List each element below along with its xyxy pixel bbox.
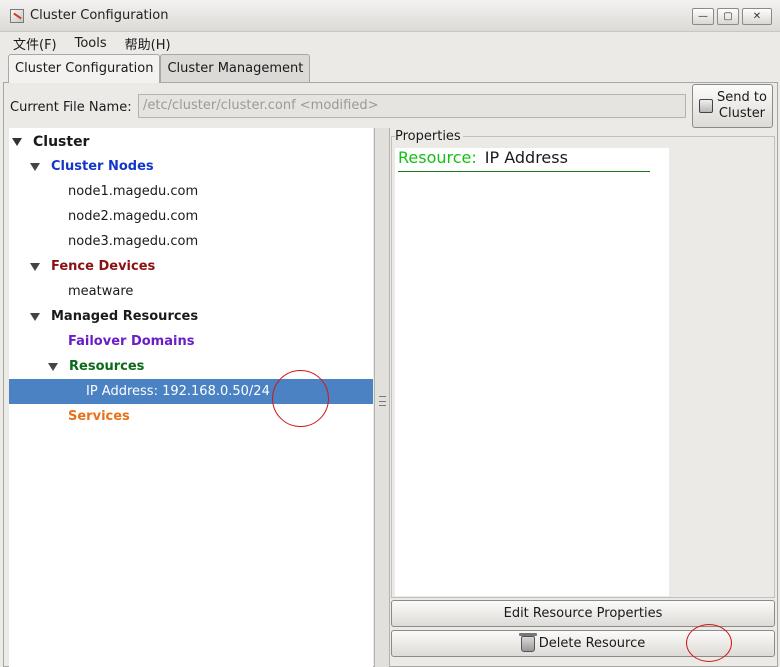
send-to-cluster-button[interactable]: Send to Cluster: [692, 84, 773, 128]
menu-file[interactable]: 文件(F): [8, 34, 62, 53]
tree-item-managed-resources[interactable]: Managed Resources: [9, 304, 373, 329]
tree-item-label: node2.magedu.com: [68, 209, 199, 224]
tree-item-fence-device[interactable]: meatware: [9, 279, 373, 304]
tree-item-label: Resources: [69, 359, 145, 374]
pane-splitter[interactable]: [374, 128, 390, 667]
properties-label: Properties: [395, 129, 463, 144]
tree-item-cluster[interactable]: Cluster: [9, 129, 373, 154]
tab-bar: Cluster Configuration Cluster Management: [8, 54, 311, 83]
delete-resource-button[interactable]: Delete Resource: [391, 630, 775, 657]
tree-item-label: meatware: [68, 284, 134, 299]
expander-icon[interactable]: [30, 262, 40, 271]
menu-help[interactable]: 帮助(H): [120, 34, 176, 53]
expander-icon[interactable]: [12, 137, 22, 146]
maximize-button[interactable]: ▢: [717, 8, 739, 25]
properties-divider: [398, 171, 650, 172]
minimize-button[interactable]: —: [692, 8, 714, 25]
tree-item-label: Cluster: [33, 133, 90, 150]
tree-item-node[interactable]: node1.magedu.com: [9, 179, 373, 204]
send-to-cluster-label: Send to Cluster: [717, 90, 767, 121]
menu-tools[interactable]: Tools: [70, 36, 112, 51]
window-title: Cluster Configuration: [30, 8, 169, 23]
title-bar: Cluster Configuration — ▢ ✕: [0, 0, 780, 32]
tree-item-failover-domains[interactable]: Failover Domains: [9, 329, 373, 354]
tree-item-node[interactable]: node3.magedu.com: [9, 229, 373, 254]
tree-item-resources[interactable]: Resources: [9, 354, 373, 379]
properties-canvas: [395, 148, 669, 596]
edit-resource-properties-button[interactable]: Edit Resource Properties: [391, 600, 775, 627]
tree-item-fence-devices[interactable]: Fence Devices: [9, 254, 373, 279]
tree-item-label: Failover Domains: [68, 334, 195, 349]
tree-item-label: Cluster Nodes: [51, 159, 154, 174]
window-controls: — ▢ ✕: [692, 8, 772, 25]
tree-item-ip-address[interactable]: IP Address: 192.168.0.50/24: [9, 379, 373, 404]
close-button[interactable]: ✕: [742, 8, 772, 25]
edit-resource-label: Edit Resource Properties: [503, 606, 663, 621]
tree-item-label: Fence Devices: [51, 259, 156, 274]
trash-icon: [518, 632, 537, 652]
tree-item-label: IP Address: 192.168.0.50/24: [86, 384, 270, 399]
tree-item-node[interactable]: node2.magedu.com: [9, 204, 373, 229]
tree-item-label: Managed Resources: [51, 309, 199, 324]
send-icon: [699, 99, 713, 113]
file-name-field[interactable]: /etc/cluster/cluster.conf <modified>: [138, 94, 686, 118]
tree-item-label: node3.magedu.com: [68, 234, 199, 249]
app-icon: [10, 8, 24, 23]
properties-heading: Resource: IP Address: [398, 148, 568, 167]
menu-bar: 文件(F) Tools 帮助(H): [0, 32, 780, 54]
expander-icon[interactable]: [30, 312, 40, 321]
tab-cluster-management[interactable]: Cluster Management: [160, 54, 311, 82]
file-name-label: Current File Name:: [10, 99, 132, 115]
file-row: Current File Name:: [10, 96, 132, 118]
tab-cluster-configuration[interactable]: Cluster Configuration: [8, 54, 161, 83]
expander-icon[interactable]: [48, 362, 58, 371]
splitter-grip-icon[interactable]: [379, 396, 386, 406]
resource-value: IP Address: [484, 148, 568, 167]
resource-key: Resource:: [398, 148, 477, 167]
delete-resource-label: Delete Resource: [538, 636, 646, 651]
tree-item-cluster-nodes[interactable]: Cluster Nodes: [9, 154, 373, 179]
tree-item-label: Services: [68, 409, 130, 424]
cluster-tree: Cluster Cluster Nodes node1.magedu.com n…: [9, 128, 373, 667]
tree-item-services[interactable]: Services: [9, 404, 373, 429]
tree-item-label: node1.magedu.com: [68, 184, 199, 199]
expander-icon[interactable]: [30, 162, 40, 171]
